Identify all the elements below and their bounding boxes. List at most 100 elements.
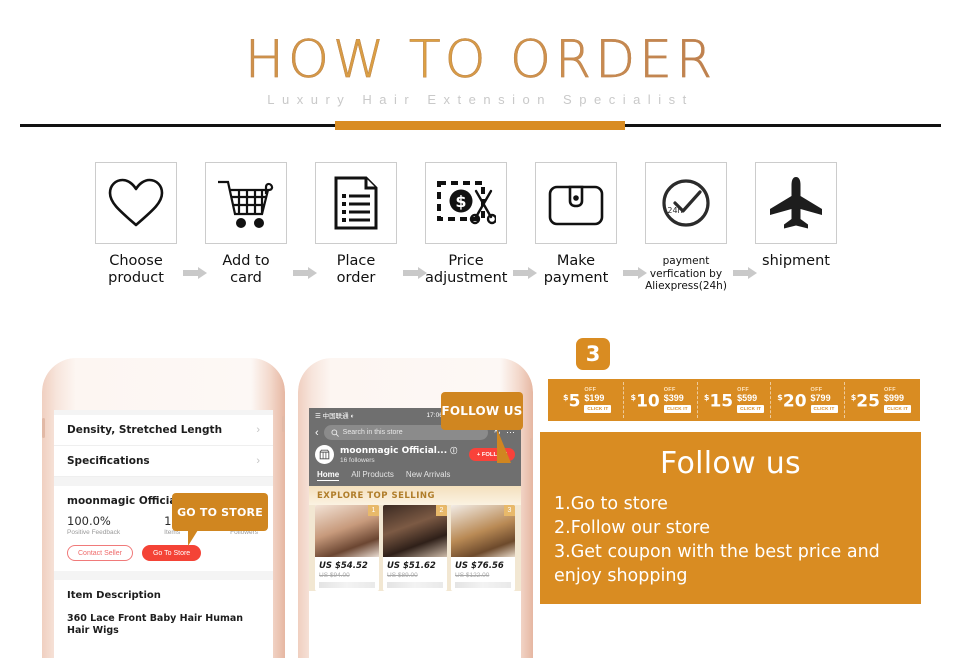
order-steps: Choose product Add to card Place order $… (95, 162, 870, 302)
coupon-item[interactable]: $20 OFF $799 CLICK IT (771, 382, 845, 418)
product-attribute-row[interactable]: Density, Stretched Length › (54, 415, 273, 446)
coupon-item[interactable]: $10 OFF $399 CLICK IT (624, 382, 698, 418)
back-arrow-icon[interactable]: ‹ (315, 427, 319, 439)
product-image: 1 (315, 505, 379, 557)
contact-seller-button[interactable]: Contact Seller (67, 545, 133, 561)
clock-24h-label: 24h (667, 206, 682, 215)
product-subtext (319, 582, 375, 588)
step-icon-box: $ (425, 162, 507, 244)
product-rank-badge: 1 (368, 505, 379, 516)
step-badge-3: 3 (576, 338, 610, 370)
wifi-icon: ◐ (350, 413, 355, 420)
store-tabs: Home All Products New Arrivals (309, 466, 521, 486)
coupon-min-spend: $799 (810, 393, 831, 404)
store-name: moonmagic Official... ⓘ (340, 445, 458, 456)
follow-step: 3.Get coupon with the best price and (554, 542, 880, 562)
coupon-item[interactable]: $25 OFF $999 CLICK IT (845, 382, 917, 418)
coupon-detail: OFF $599 CLICK IT (737, 387, 765, 413)
arrow-icon (623, 267, 647, 279)
page-title: HOW TO ORDER (0, 32, 961, 89)
item-description-section: Item Description 360 Lace Front Baby Hai… (54, 580, 273, 637)
svg-text:$: $ (455, 192, 466, 211)
stat-value: 100.0% (67, 514, 111, 528)
tab-new-arrivals[interactable]: New Arrivals (406, 470, 450, 481)
coupon-min-spend: $999 (883, 393, 904, 404)
tab-home[interactable]: Home (317, 470, 340, 481)
phone-side-button (530, 438, 533, 460)
step-add-to-cart: Add to card (205, 162, 287, 287)
phone-mockup-store-page: ☰ 中国联通 ◐ 17:06 ‹ Search in this store ∿ (298, 358, 533, 658)
step-label: Add to card (222, 253, 270, 286)
section-divider (54, 571, 273, 580)
coupon-detail: OFF $199 CLICK IT (584, 387, 612, 413)
coupon-item[interactable]: $15 OFF $599 CLICK IT (698, 382, 772, 418)
store-meta: moonmagic Official... ⓘ 16 followers (340, 446, 457, 464)
follow-us-title: Follow us (660, 446, 801, 481)
store-icon (319, 449, 330, 460)
tab-all-products[interactable]: All Products (351, 470, 394, 481)
store-followers: 16 followers (340, 456, 375, 464)
row-label: Density, Stretched Length (67, 424, 223, 436)
page-subtitle: Luxury Hair Extension Specialist (267, 92, 694, 107)
coupon-click-button[interactable]: CLICK IT (663, 404, 691, 413)
step-icon-box (315, 162, 397, 244)
step-make-payment: Make payment (535, 162, 617, 287)
product-price: US $76.56 (455, 561, 504, 571)
product-card[interactable]: 2 US $51.62 US $89.00 (383, 505, 447, 591)
follow-us-steps: 1.Go to store 2.Follow our store 3.Get c… (540, 492, 921, 588)
phone-side-button (42, 418, 45, 438)
product-rank-badge: 3 (504, 505, 515, 516)
step-label: Place order (336, 253, 376, 286)
product-card[interactable]: 1 US $54.52 US $94.00 (315, 505, 379, 591)
step-label: shipment (762, 253, 830, 269)
coupon-detail: OFF $799 CLICK IT (810, 387, 838, 413)
callout-label: GO TO STORE (177, 505, 263, 519)
step-icon-box: 24h (645, 162, 727, 244)
product-subtext (387, 582, 443, 588)
arrow-icon (293, 267, 317, 279)
how-to-order-infographic: HOW TO ORDER Luxury Hair Extension Speci… (0, 0, 961, 658)
signal-icon: ☰ (315, 413, 321, 420)
chevron-right-icon: › (256, 455, 260, 467)
step-icon-box (535, 162, 617, 244)
step-label: payment verfication by Aliexpress(24h) (645, 255, 727, 292)
info-icon[interactable]: ⓘ (450, 447, 457, 455)
follow-step: enjoy shopping (554, 566, 688, 586)
section-divider (54, 477, 273, 486)
follow-step: 2.Follow our store (554, 518, 710, 538)
status-carrier: ☰ 中国联通 ◐ (315, 413, 355, 420)
stat-caption: Positive Feedback (67, 529, 121, 536)
coupon-click-button[interactable]: CLICK IT (584, 404, 612, 413)
arrow-icon (183, 267, 207, 279)
phone-screen: Density, Stretched Length › Specificatio… (54, 410, 273, 658)
coupon-click-button[interactable]: CLICK IT (810, 404, 838, 413)
follow-us-callout: FOLLOW US (441, 392, 523, 463)
clock-check-icon: 24h (662, 179, 710, 227)
product-rank-badge: 2 (436, 505, 447, 516)
store-avatar (315, 445, 334, 464)
step-icon-box (95, 162, 177, 244)
coupon-item[interactable]: $5 OFF $199 CLICK IT (551, 382, 625, 418)
coupon-click-button[interactable]: CLICK IT (737, 404, 765, 413)
step-icon-box (755, 162, 837, 244)
product-original-price: US $122.00 (455, 572, 490, 579)
phone-mockup-product-page: Density, Stretched Length › Specificatio… (42, 358, 285, 658)
step-price-adjustment: $ Price adjustment (425, 162, 507, 287)
coupon-amount: $10 (630, 391, 660, 412)
wallet-icon (548, 185, 604, 226)
arrow-icon (513, 267, 537, 279)
coupon-amount: $25 (850, 391, 880, 412)
product-original-price: US $94.00 (319, 572, 350, 579)
store-header: moonmagic Official... ⓘ 16 followers + F… (309, 440, 521, 466)
go-to-store-button[interactable]: Go To Store (141, 545, 202, 561)
coupon-detail: OFF $399 CLICK IT (663, 387, 691, 413)
chevron-right-icon: › (256, 424, 260, 436)
airplane-icon (770, 177, 822, 229)
coupon-click-button[interactable]: CLICK IT (883, 404, 911, 413)
product-card[interactable]: 3 US $76.56 US $122.00 (451, 505, 515, 591)
header-divider (20, 121, 941, 130)
product-attribute-row[interactable]: Specifications › (54, 446, 273, 477)
phone-side-button (282, 416, 285, 432)
heart-icon (108, 178, 164, 227)
coupon-min-spend: $399 (663, 393, 684, 404)
